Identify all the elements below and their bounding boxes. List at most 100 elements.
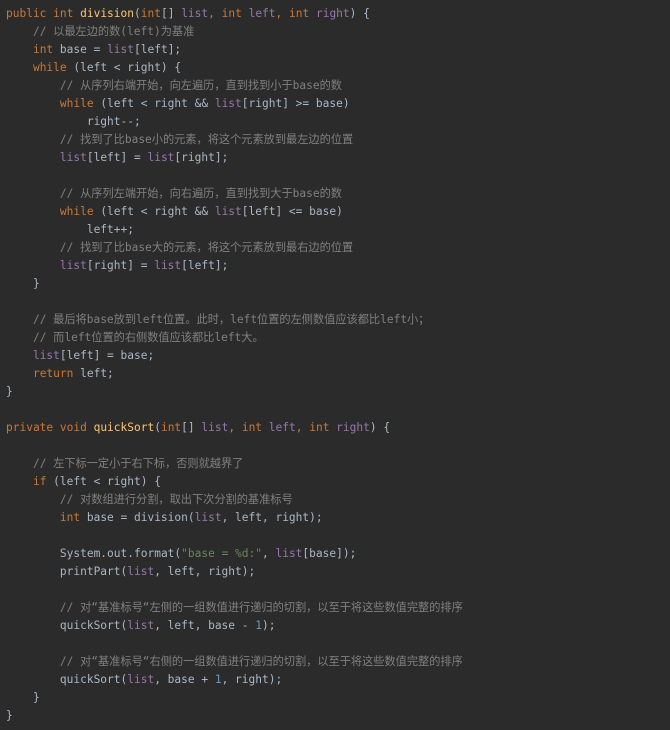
code-token: private	[6, 421, 60, 434]
code-line[interactable]: left++;	[0, 221, 670, 239]
code-line[interactable]: // 找到了比base小的元素，将这个元素放到最左边的位置	[0, 131, 670, 149]
code-line[interactable]	[0, 437, 670, 455]
code-token: quickSort(	[59, 619, 128, 632]
code-line[interactable]: quickSort(list, base + 1, right);	[0, 671, 670, 689]
code-token: list	[214, 97, 242, 110]
code-line[interactable]: return left;	[0, 365, 670, 383]
code-token: // 找到了比base大的元素，将这个元素放到最右边的位置	[59, 241, 354, 254]
code-token: // 对“基准标号“右侧的一组数值进行递归的切割，以至于将这些数值完整的排序	[59, 655, 463, 668]
code-token: // 以最左边的数(left)为基准	[32, 25, 195, 38]
code-token: ,	[275, 7, 290, 20]
code-token: int	[289, 7, 316, 20]
code-line[interactable]	[0, 527, 670, 545]
code-token: list	[275, 547, 303, 560]
code-token: [left] = base;	[59, 349, 155, 362]
code-line[interactable]: right--;	[0, 113, 670, 131]
code-line[interactable]: if (left < right) {	[0, 473, 670, 491]
code-line[interactable]: // 而left位置的右侧数值应该都比left大。	[0, 329, 670, 347]
code-token: ,	[208, 7, 222, 20]
code-token: ,	[228, 421, 242, 434]
code-token: list	[107, 43, 135, 56]
code-token: return	[32, 367, 81, 380]
code-line[interactable]: while (left < right && list[left] <= bas…	[0, 203, 670, 221]
code-line[interactable]: while (left < right) {	[0, 59, 670, 77]
code-token: list	[127, 673, 155, 686]
code-token: list	[214, 205, 242, 218]
code-token: list	[59, 259, 87, 272]
code-token: int	[309, 421, 337, 434]
code-line[interactable]: }	[0, 383, 670, 401]
code-token: (left < right) {	[73, 61, 182, 74]
code-line[interactable]: while (left < right && list[right] >= ba…	[0, 95, 670, 113]
code-token: System.	[59, 547, 108, 560]
code-token: list	[32, 349, 60, 362]
code-line[interactable]	[0, 293, 670, 311]
code-token: [left] =	[86, 151, 148, 164]
code-token: void	[59, 421, 94, 434]
code-token: out	[107, 547, 128, 560]
code-editor[interactable]: public int division(int[] list, int left…	[0, 0, 670, 730]
code-token: printPart(	[59, 565, 128, 578]
code-token: while	[32, 61, 74, 74]
code-token: while	[59, 205, 101, 218]
code-token: // 从序列左端开始，向右遍历，直到找到大于base的数	[59, 187, 342, 200]
code-line[interactable]: // 对“基准标号“右侧的一组数值进行递归的切割，以至于将这些数值完整的排序	[0, 653, 670, 671]
code-token: );	[262, 619, 276, 632]
code-line[interactable]	[0, 401, 670, 419]
code-line[interactable]: System.out.format("base = %d:", list[bas…	[0, 545, 670, 563]
code-token: right	[336, 421, 370, 434]
code-line[interactable]	[0, 581, 670, 599]
code-line[interactable]: list[left] = base;	[0, 347, 670, 365]
code-line[interactable]: printPart(list, left, right);	[0, 563, 670, 581]
code-token: while	[59, 97, 101, 110]
code-token: [left];	[134, 43, 182, 56]
code-line[interactable]: }	[0, 689, 670, 707]
code-token: .format(	[127, 547, 182, 560]
code-token: left++;	[86, 223, 134, 236]
code-token: , left, right);	[154, 565, 256, 578]
code-line[interactable]: quickSort(list, left, base - 1);	[0, 617, 670, 635]
code-line[interactable]	[0, 635, 670, 653]
code-token: [right];	[174, 151, 229, 164]
code-line[interactable]: private void quickSort(int[] list, int l…	[0, 419, 670, 437]
code-line[interactable]: // 找到了比base大的元素，将这个元素放到最右边的位置	[0, 239, 670, 257]
code-line[interactable]: // 对“基准标号“左侧的一组数值进行递归的切割，以至于将这些数值完整的排序	[0, 599, 670, 617]
code-token: [left] <= base)	[241, 205, 343, 218]
code-line[interactable]: int base = division(list, left, right);	[0, 509, 670, 527]
code-line[interactable]: list[right] = list[left];	[0, 257, 670, 275]
code-token: public	[6, 7, 54, 20]
code-token: left	[268, 421, 296, 434]
code-token: }	[6, 385, 13, 398]
code-token: base = division(	[86, 511, 195, 524]
code-token: if	[32, 475, 54, 488]
code-token: int	[32, 43, 60, 56]
code-line[interactable]: // 以最左边的数(left)为基准	[0, 23, 670, 41]
code-line[interactable]: // 左下标一定小于右下标，否则就越界了	[0, 455, 670, 473]
code-line[interactable]: // 从序列左端开始，向右遍历，直到找到大于base的数	[0, 185, 670, 203]
code-token: quickSort(	[59, 673, 128, 686]
code-token: , base +	[154, 673, 215, 686]
code-line[interactable]: public int division(int[] list, int left…	[0, 5, 670, 23]
code-line[interactable]: // 对数组进行分割，取出下次分割的基准标号	[0, 491, 670, 509]
code-line[interactable]: list[left] = list[right];	[0, 149, 670, 167]
code-token: [right] >= base)	[241, 97, 350, 110]
code-line[interactable]: int base = list[left];	[0, 41, 670, 59]
code-line[interactable]: // 从序列右端开始，向左遍历，直到找到小于base的数	[0, 77, 670, 95]
code-line[interactable]: }	[0, 275, 670, 293]
code-line[interactable]	[0, 167, 670, 185]
code-line[interactable]: // 最后将base放到left位置。此时，left位置的左侧数值应该都比lef…	[0, 311, 670, 329]
code-line[interactable]: }	[0, 707, 670, 725]
code-token: (left < right &&	[100, 97, 215, 110]
